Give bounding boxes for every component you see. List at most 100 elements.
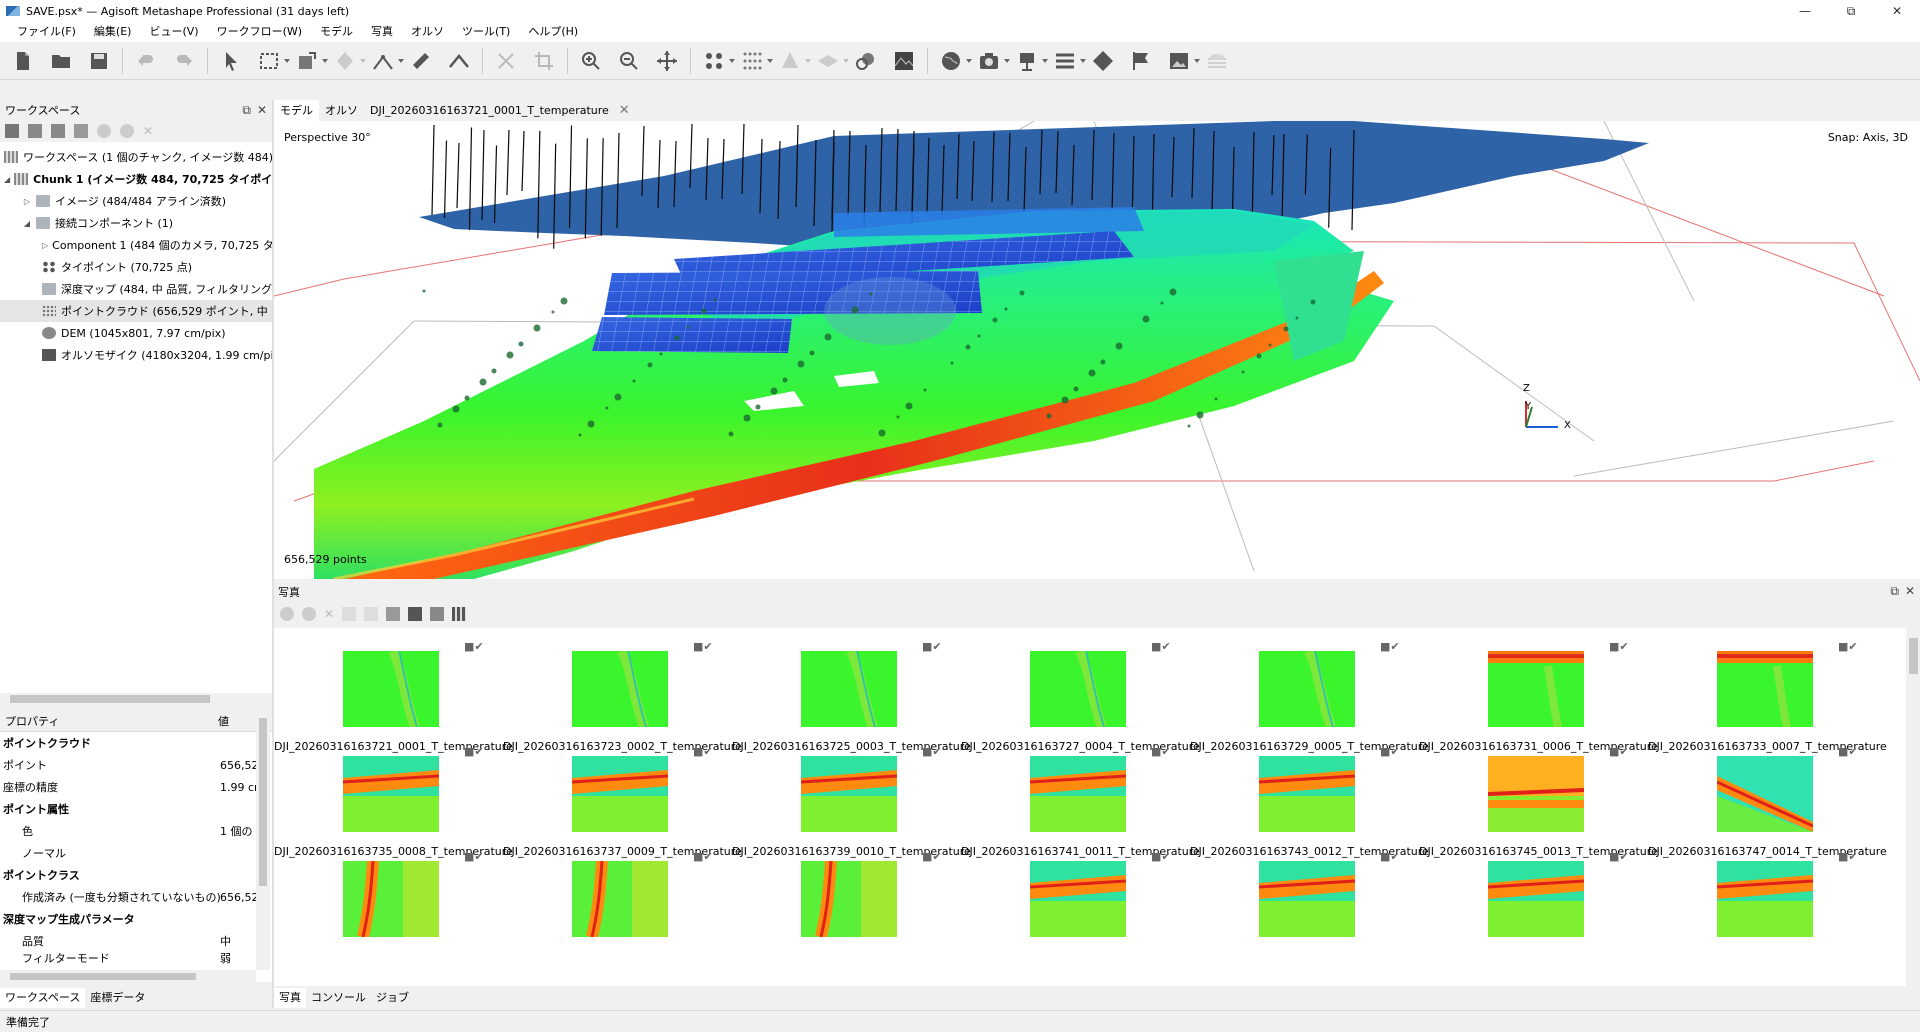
menu-view[interactable]: ビュー(V) <box>140 22 207 42</box>
tree-item-chunk[interactable]: ◢ Chunk 1 (イメージ数 484, 70,725 タイポイント) <box>0 168 272 190</box>
tree-item-images[interactable]: ▷ イメージ (484/484 アライン済数) <box>0 190 272 212</box>
polyline-icon[interactable] <box>444 46 474 76</box>
property-row[interactable]: ポイント 656,52 <box>0 754 272 776</box>
add-folder-icon[interactable] <box>51 124 65 138</box>
property-row[interactable]: 色1 個の <box>0 820 272 842</box>
disable-icon[interactable] <box>120 124 134 138</box>
tab-reference[interactable]: 座標データ <box>85 988 150 1008</box>
view-mode-icon[interactable] <box>452 607 467 621</box>
ruler-draw-icon[interactable] <box>368 46 404 76</box>
menu-tools[interactable]: ツール(T) <box>453 22 519 42</box>
disable-camera-icon[interactable] <box>302 607 316 621</box>
region-icon[interactable] <box>1088 46 1118 76</box>
show-info-icon[interactable] <box>408 607 423 621</box>
ruler-icon[interactable] <box>406 46 436 76</box>
tree-item-workspace[interactable]: ワークスペース (1 個のチャンク, イメージ数 484) <box>0 146 272 168</box>
tab-photos[interactable]: 写真 <box>274 988 306 1008</box>
remove-camera-icon[interactable]: ✕ <box>324 607 334 621</box>
image-icon[interactable] <box>1164 46 1200 76</box>
remove-item-icon[interactable]: ✕ <box>143 124 153 138</box>
close-tab-icon[interactable]: ✕ <box>619 100 630 121</box>
tab-console[interactable]: コンソール <box>306 988 371 1008</box>
maximize-button[interactable]: ⧉ <box>1828 0 1874 22</box>
layers-icon[interactable] <box>1202 46 1232 76</box>
flag-icon[interactable] <box>1126 46 1156 76</box>
photo-thumbnail[interactable]: ■✔ <box>732 838 961 966</box>
tab-ortho[interactable]: オルソ <box>319 100 364 121</box>
property-row[interactable]: ポイント属性 <box>0 798 272 820</box>
close-panel-icon[interactable]: ✕ <box>257 103 267 118</box>
undock-icon[interactable]: ⧉ <box>242 103 251 118</box>
minimize-button[interactable]: — <box>1782 0 1828 22</box>
camera-icon[interactable] <box>974 46 1010 76</box>
filter-icon[interactable] <box>386 607 401 621</box>
photo-thumbnail[interactable]: ■✔ <box>274 838 503 966</box>
zoom-in-icon[interactable] <box>576 46 606 76</box>
new-file-icon[interactable] <box>8 46 38 76</box>
menu-edit[interactable]: 編集(E) <box>85 22 141 42</box>
rotate-left-icon[interactable] <box>342 607 357 621</box>
tree-item-point-cloud[interactable]: ポイントクラウド (656,529 ポイント, 中 品質) <box>0 300 272 322</box>
navigation-cursor-icon[interactable] <box>216 46 246 76</box>
property-column-header[interactable]: プロパティ <box>0 713 218 729</box>
tree-item-orthomosaic[interactable]: オルソモザイク (4180x3204, 1.99 cm/pix) <box>0 344 272 366</box>
add-chunk-icon[interactable] <box>5 124 19 138</box>
markers-icon[interactable] <box>1012 46 1048 76</box>
photo-thumbnail[interactable]: ■✔ <box>1419 838 1648 966</box>
redo-icon[interactable] <box>169 46 199 76</box>
dem-icon[interactable] <box>889 46 919 76</box>
menu-file[interactable]: ファイル(F) <box>8 22 85 42</box>
properties-horizontal-scrollbar[interactable] <box>0 970 256 982</box>
menu-photo[interactable]: 写真 <box>362 22 402 42</box>
enable-camera-icon[interactable] <box>280 607 294 621</box>
menu-workflow[interactable]: ワークフロー(W) <box>208 22 311 42</box>
enable-icon[interactable] <box>97 124 111 138</box>
tab-jobs[interactable]: ジョブ <box>371 988 414 1008</box>
menu-ortho[interactable]: オルソ <box>402 22 453 42</box>
rotate-right-icon[interactable] <box>364 607 379 621</box>
tab-model[interactable]: モデル <box>274 100 319 121</box>
menu-help[interactable]: ヘルプ(H) <box>519 22 587 42</box>
open-folder-icon[interactable] <box>46 46 76 76</box>
tab-photo-view[interactable]: DJI_20260316163721_0001_T_temperature ✕ <box>364 100 636 121</box>
property-row[interactable]: フィルターモード弱 <box>0 952 272 964</box>
photo-thumbnail[interactable]: ■✔ <box>1648 838 1877 966</box>
reset-view-icon[interactable] <box>652 46 682 76</box>
delete-selection-icon[interactable] <box>491 46 521 76</box>
mesh-icon[interactable] <box>775 46 811 76</box>
collapse-icon[interactable]: ◢ <box>22 219 32 228</box>
property-row[interactable]: ノーマル <box>0 842 272 864</box>
expand-icon[interactable]: ▷ <box>42 241 48 250</box>
point-cloud-icon[interactable] <box>737 46 773 76</box>
photos-vertical-scrollbar[interactable] <box>1906 628 1920 986</box>
property-row[interactable]: 品質中 <box>0 930 272 952</box>
menu-model[interactable]: モデル <box>311 22 362 42</box>
list-view-icon[interactable] <box>1050 46 1086 76</box>
rotate-object-icon[interactable] <box>330 46 366 76</box>
tree-item-tie-points[interactable]: タイポイント (70,725 点) <box>0 256 272 278</box>
properties-vertical-scrollbar[interactable] <box>256 718 270 970</box>
collapse-icon[interactable]: ◢ <box>4 175 10 184</box>
tie-points-icon[interactable] <box>699 46 735 76</box>
tiled-model-icon[interactable] <box>813 46 849 76</box>
expand-icon[interactable]: ▷ <box>22 197 32 206</box>
property-row[interactable]: ポイントクラウド <box>0 732 272 754</box>
tree-item-depth-maps[interactable]: 深度マップ (484, 中 品質, フィルタリング 弱) <box>0 278 272 300</box>
tab-workspace[interactable]: ワークスペース <box>0 988 86 1008</box>
photo-thumbnail[interactable]: ■✔ <box>503 838 732 966</box>
resize-region-icon[interactable] <box>292 46 328 76</box>
photo-thumbnail[interactable]: ■✔ <box>961 838 1190 966</box>
undock-icon[interactable]: ⧉ <box>1890 584 1899 599</box>
property-row[interactable]: 座標の精度 1.99 cr <box>0 776 272 798</box>
property-row[interactable]: ポイントクラス <box>0 864 272 886</box>
crop-selection-icon[interactable] <box>529 46 559 76</box>
image-quality-icon[interactable] <box>430 607 445 621</box>
merge-icon[interactable] <box>74 124 88 138</box>
undo-icon[interactable] <box>131 46 161 76</box>
add-photos-icon[interactable] <box>28 124 42 138</box>
value-column-header[interactable]: 値 <box>218 713 229 729</box>
property-row[interactable]: 作成済み (一度も分類されていないもの) 656,52 <box>0 886 272 908</box>
save-icon[interactable] <box>84 46 114 76</box>
zoom-out-icon[interactable] <box>614 46 644 76</box>
workspace-horizontal-scrollbar[interactable] <box>0 693 272 704</box>
